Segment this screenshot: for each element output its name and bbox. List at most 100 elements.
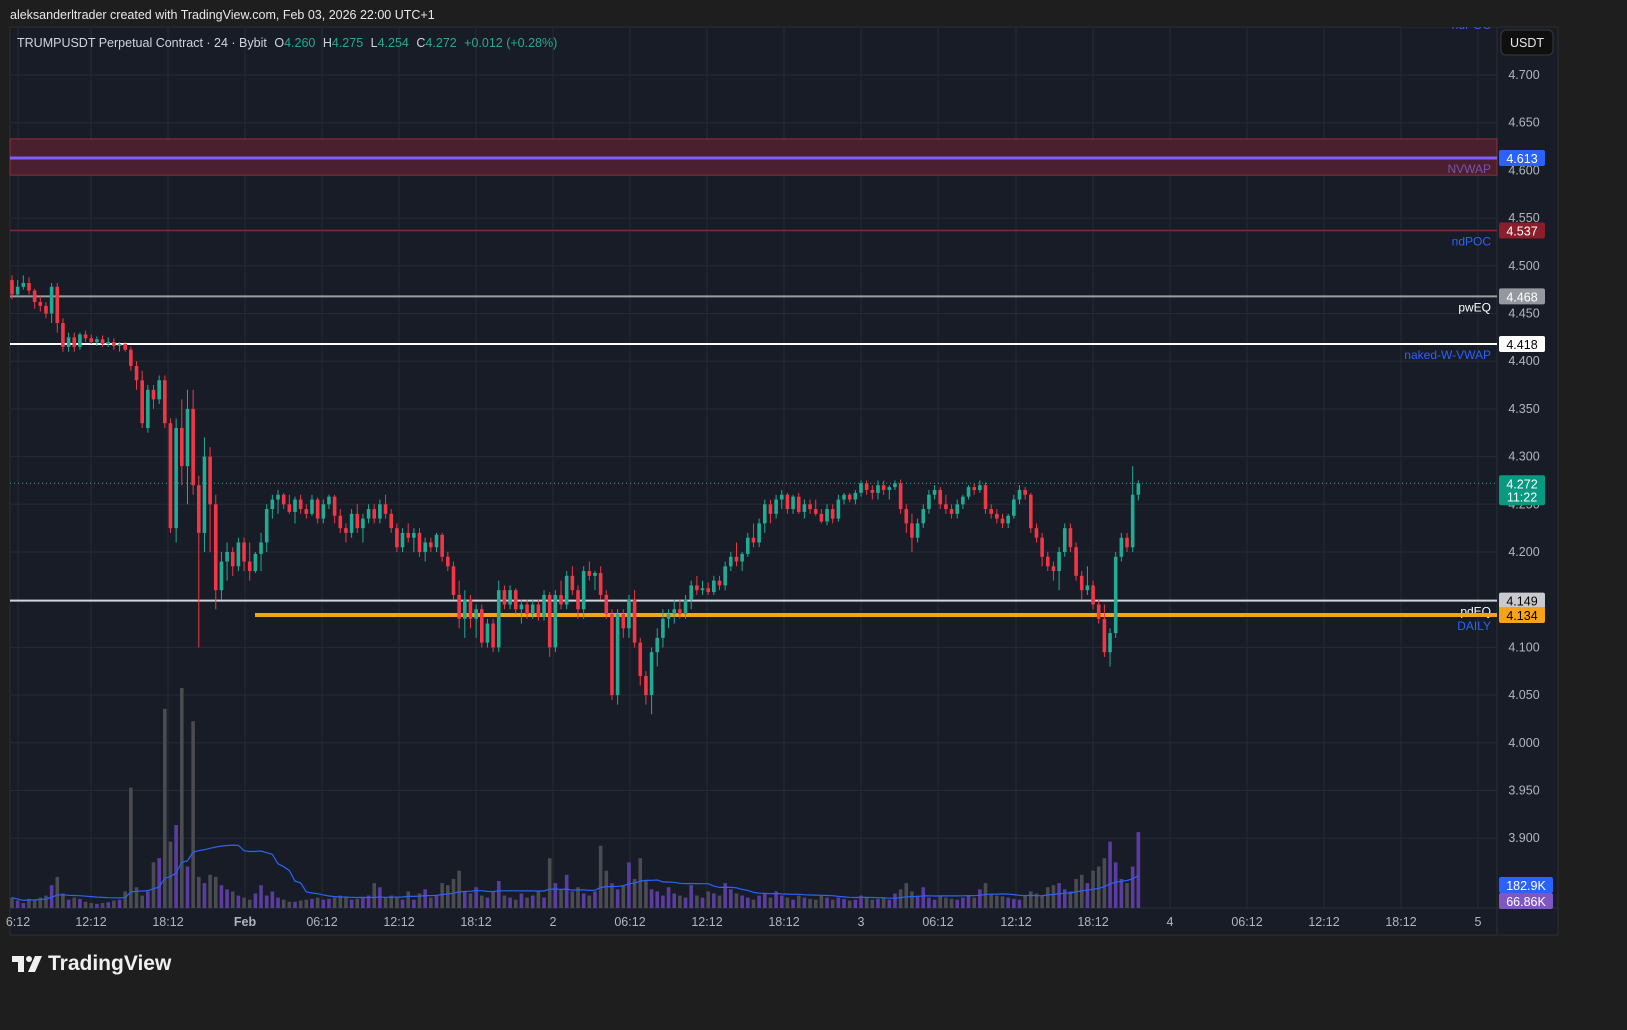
volume-bar (915, 895, 920, 908)
volume-bar (496, 881, 501, 908)
candle-down (429, 542, 433, 548)
level-price-label: 4.537 (1506, 225, 1537, 239)
volume-bar (1023, 895, 1027, 908)
volume-bar (796, 895, 801, 908)
volume-bar (847, 900, 852, 908)
volume-bar (287, 901, 292, 908)
volume-bar (117, 899, 122, 908)
price-chart[interactable]: NVWAPndPOCpwEQnaked-W-VWAPpdEQDAILYndPOC… (0, 0, 1627, 1030)
volume-bar (32, 899, 37, 908)
volume-bar (270, 891, 275, 908)
candle-up (225, 552, 229, 562)
candle-down (1029, 494, 1033, 529)
volume-last-label: 182.9K (1506, 879, 1546, 893)
candle-up (485, 623, 490, 643)
candle-down (819, 513, 824, 522)
y-tick-label: 4.350 (1508, 402, 1539, 416)
volume-bar (491, 891, 495, 908)
candle-up (915, 523, 920, 538)
volume-bar (966, 895, 971, 908)
volume-bar (547, 858, 552, 908)
volume-bar (276, 897, 280, 908)
volume-bar (825, 897, 829, 908)
volume-bar (712, 893, 716, 908)
candle-down (1051, 566, 1056, 572)
candle-up (1057, 552, 1061, 572)
candle-up (157, 380, 161, 400)
candle-up (1136, 483, 1141, 495)
candle-down (191, 408, 195, 486)
candle-up (259, 542, 263, 554)
volume-bar (15, 900, 20, 908)
candle-up (1085, 585, 1090, 591)
candle-down (180, 427, 184, 467)
volume-bar (881, 897, 886, 908)
volume-bar (349, 899, 354, 908)
volume-bar (604, 870, 609, 908)
candle-down (163, 380, 167, 424)
candle-down (112, 342, 116, 346)
candle-up (508, 590, 512, 605)
x-tick-label: 6:12 (6, 915, 30, 929)
volume-bar (281, 899, 286, 908)
candle-down (451, 566, 456, 595)
volume-bar (666, 887, 671, 908)
volume-bar (627, 862, 631, 908)
volume-bar (327, 898, 331, 908)
volume-bar (978, 889, 982, 908)
candle-up (310, 499, 314, 514)
legend-close: 4.272 (425, 36, 456, 50)
legend-change: +0.012 (+0.28%) (464, 36, 557, 50)
volume-bar (230, 891, 235, 908)
volume-bar (1012, 898, 1016, 908)
volume-bar (1102, 858, 1107, 908)
volume-bar (78, 898, 82, 908)
candle-down (813, 509, 818, 514)
y-tick-label: 4.700 (1508, 68, 1539, 82)
volume-bar (638, 858, 643, 908)
volume-bar (661, 895, 665, 908)
candle-down (208, 456, 212, 505)
candle-down (123, 344, 127, 350)
candle-up (378, 504, 382, 519)
candle-down (38, 302, 43, 306)
volume-bar (938, 895, 943, 908)
candle-up (474, 609, 478, 619)
candle-up (593, 572, 597, 576)
candle-up (932, 489, 937, 495)
volume-bar (55, 876, 60, 908)
volume-bar (961, 897, 965, 908)
legend: TRUMPUSDT Perpetual Contract · 24 · Bybi… (17, 36, 557, 50)
currency-button[interactable]: USDT (1500, 29, 1554, 56)
candle-down (242, 542, 246, 562)
volume-bar (21, 903, 26, 908)
tradingview-logo[interactable]: TradingView (12, 952, 171, 976)
volume-bar (1119, 878, 1124, 908)
candle-up (270, 499, 275, 510)
volume-bar (864, 897, 869, 908)
volume-bar (446, 885, 450, 908)
volume-bar (898, 889, 903, 908)
candle-down (344, 528, 348, 533)
candle-down (72, 337, 77, 347)
candle-up (1113, 556, 1118, 634)
candle-down (61, 323, 65, 347)
candle-down (151, 389, 156, 400)
volume-bar (955, 899, 960, 908)
candle-up (791, 496, 795, 510)
candle-down (55, 286, 60, 324)
volume-bar (559, 889, 563, 908)
candle-down (525, 604, 529, 615)
volume-bar (400, 899, 405, 908)
candle-down (440, 534, 444, 557)
candle-down (287, 504, 292, 512)
volume-bar (717, 895, 722, 908)
candle-down (995, 513, 999, 519)
volume-bar (746, 897, 750, 908)
candle-down (1091, 585, 1095, 605)
volume-bar (876, 898, 880, 908)
candle-down (944, 504, 948, 510)
candle-up (185, 408, 190, 467)
candle-up (921, 509, 926, 524)
legend-h-label: H (323, 36, 332, 50)
